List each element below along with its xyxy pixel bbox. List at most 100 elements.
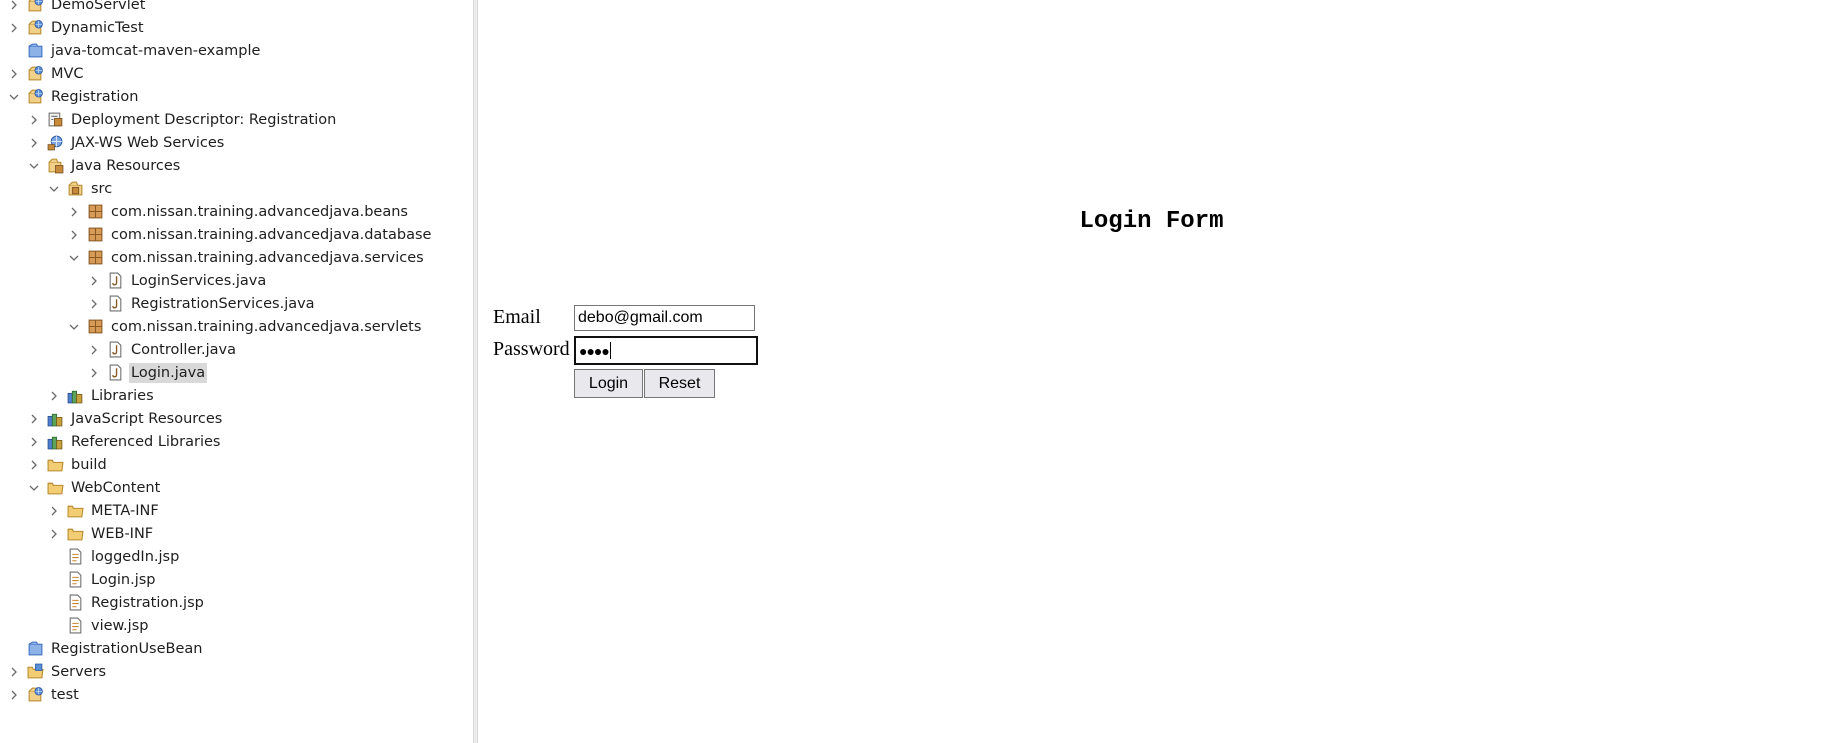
chevron-down-icon[interactable]: [65, 318, 83, 336]
tree-item[interactable]: Java Resources: [25, 154, 182, 177]
chevron-right-icon[interactable]: [5, 0, 23, 14]
chevron-right-icon[interactable]: [45, 525, 63, 543]
tree-item[interactable]: Servers: [5, 660, 108, 683]
chevron-right-icon[interactable]: [25, 410, 43, 428]
tree-item[interactable]: Login.java: [85, 361, 208, 384]
tree-item[interactable]: Registration.jsp: [45, 591, 206, 614]
tree-item-label: test: [51, 686, 79, 703]
folder-icon: [66, 502, 84, 520]
chevron-right-icon[interactable]: [5, 19, 23, 37]
reset-button[interactable]: Reset: [644, 369, 715, 398]
login-form-title: Login Form: [1079, 208, 1224, 235]
tree-item-label: com.nissan.training.advancedjava.beans: [111, 203, 408, 220]
tree-item-label: LoginServices.java: [131, 272, 267, 289]
tree-item[interactable]: Libraries: [45, 384, 156, 407]
email-field-value: debo@gmail.com: [578, 309, 703, 326]
tree-item-label: MVC: [51, 65, 84, 82]
tree-item-label: RegistrationUseBean: [51, 640, 203, 657]
jsp-file-icon: [66, 617, 84, 635]
chevron-right-icon[interactable]: [65, 226, 83, 244]
folder-icon: [66, 525, 84, 543]
chevron-down-icon[interactable]: [45, 180, 63, 198]
package-icon: [86, 318, 104, 336]
tree-item[interactable]: com.nissan.training.advancedjava.databas…: [65, 223, 433, 246]
chevron-right-icon[interactable]: [5, 65, 23, 83]
tree-item[interactable]: loggedIn.jsp: [45, 545, 181, 568]
chevron-down-icon[interactable]: [25, 479, 43, 497]
jsp-file-icon: [66, 571, 84, 589]
tree-item[interactable]: Referenced Libraries: [25, 430, 222, 453]
chevron-right-icon[interactable]: [25, 111, 43, 129]
tree-item[interactable]: Registration: [5, 85, 140, 108]
tree-item-label: com.nissan.training.advancedjava.servlet…: [111, 318, 422, 335]
chevron-right-icon[interactable]: [25, 134, 43, 152]
tree-item-label: Registration: [51, 88, 139, 105]
tree-item-label: Referenced Libraries: [71, 433, 221, 450]
tree-item[interactable]: JAX-WS Web Services: [25, 131, 226, 154]
chevron-down-icon[interactable]: [25, 157, 43, 175]
tree-item[interactable]: DemoServlet: [5, 0, 147, 16]
tree-item[interactable]: WEB-INF: [45, 522, 155, 545]
tree-item-label: Deployment Descriptor: Registration: [71, 111, 337, 128]
chevron-right-icon[interactable]: [85, 272, 103, 290]
tree-item[interactable]: src: [45, 177, 114, 200]
tree-item[interactable]: MVC: [5, 62, 86, 85]
tree-item-label: Registration.jsp: [91, 594, 204, 611]
tree-item-label: com.nissan.training.advancedjava.service…: [111, 249, 424, 266]
chevron-right-icon[interactable]: [85, 364, 103, 382]
libraries-icon: [46, 433, 64, 451]
tree-item[interactable]: RegistrationUseBean: [5, 637, 204, 660]
web-project-icon: [26, 65, 44, 83]
tree-item-label: DynamicTest: [51, 19, 144, 36]
chevron-right-icon[interactable]: [85, 341, 103, 359]
chevron-right-icon[interactable]: [25, 433, 43, 451]
password-field[interactable]: ●●●●: [574, 336, 758, 365]
chevron-down-icon[interactable]: [5, 88, 23, 106]
tree-item-label: Libraries: [91, 387, 154, 404]
tree-item[interactable]: Controller.java: [85, 338, 238, 361]
tree-item-label: DemoServlet: [51, 0, 146, 13]
tree-item[interactable]: Login.jsp: [45, 568, 158, 591]
tree-item[interactable]: WebContent: [25, 476, 162, 499]
chevron-right-icon[interactable]: [5, 663, 23, 681]
tree-item[interactable]: RegistrationServices.java: [85, 292, 317, 315]
tree-item[interactable]: LoginServices.java: [85, 269, 268, 292]
tree-item[interactable]: META-INF: [45, 499, 161, 522]
chevron-right-icon[interactable]: [85, 295, 103, 313]
tree-item[interactable]: JavaScript Resources: [25, 407, 224, 430]
chevron-right-icon[interactable]: [65, 203, 83, 221]
chevron-right-icon[interactable]: [5, 686, 23, 704]
chevron-right-icon[interactable]: [25, 456, 43, 474]
closed-project-icon: [26, 640, 44, 658]
tree-item[interactable]: view.jsp: [45, 614, 150, 637]
tree-item-label: Login.java: [129, 362, 208, 383]
browser-content: Login Form Email debo@gmail.com Password…: [478, 0, 1825, 743]
tree-item[interactable]: java-tomcat-maven-example: [5, 39, 262, 62]
chevron-right-icon[interactable]: [45, 502, 63, 520]
tree-item[interactable]: Deployment Descriptor: Registration: [25, 108, 338, 131]
project-explorer: DemoServlet DynamicTest java-tomcat-maven-…: [0, 0, 473, 743]
closed-project-icon: [26, 42, 44, 60]
tree-item[interactable]: com.nissan.training.advancedjava.service…: [65, 246, 426, 269]
tree-item[interactable]: test: [5, 683, 81, 706]
web-project-icon: [26, 19, 44, 37]
java-file-icon: [106, 272, 124, 290]
tree-item[interactable]: DynamicTest: [5, 16, 146, 39]
tree-item[interactable]: com.nissan.training.advancedjava.servlet…: [65, 315, 423, 338]
folder-icon: [46, 456, 64, 474]
tree-item-label: com.nissan.training.advancedjava.databas…: [111, 226, 432, 243]
tree-item-label: META-INF: [91, 502, 159, 519]
email-field[interactable]: debo@gmail.com: [574, 305, 755, 331]
web-project-icon: [26, 88, 44, 106]
tree-item[interactable]: build: [25, 453, 109, 476]
chevron-down-icon[interactable]: [65, 249, 83, 267]
jsp-file-icon: [66, 548, 84, 566]
tree-item[interactable]: com.nissan.training.advancedjava.beans: [65, 200, 410, 223]
password-field-value: ●●●●: [579, 342, 610, 359]
libraries-icon: [46, 410, 64, 428]
login-button[interactable]: Login: [574, 369, 643, 398]
chevron-right-icon[interactable]: [45, 387, 63, 405]
package-icon: [86, 249, 104, 267]
